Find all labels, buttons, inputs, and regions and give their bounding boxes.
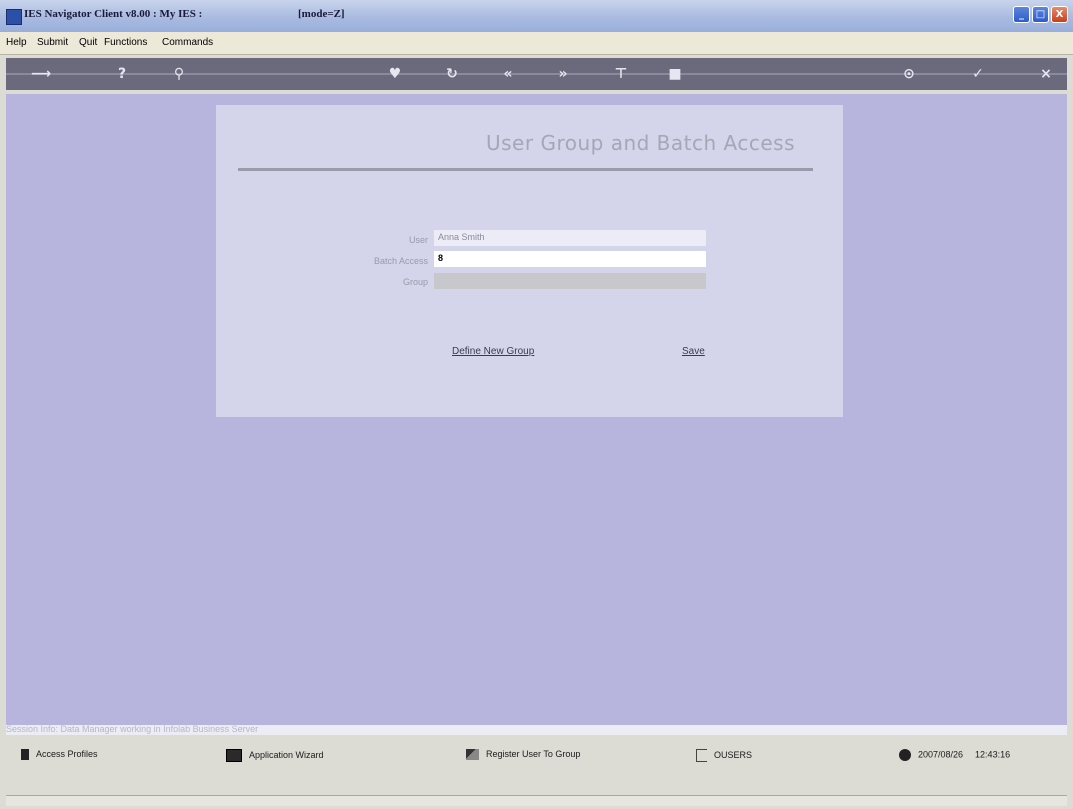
group-label: Group <box>402 277 428 287</box>
help-icon[interactable]: ? <box>112 64 132 84</box>
app-icon <box>6 9 22 25</box>
wizard-icon <box>226 749 242 762</box>
application-wizard-label: Application Wizard <box>249 749 324 760</box>
define-new-group-link[interactable]: Define New Group <box>452 346 534 357</box>
form-title: User Group and Batch Access <box>486 131 795 155</box>
app-window: IES Navigator Client v8.00 : My IES : [m… <box>0 0 1073 809</box>
stop-icon[interactable]: ■ <box>665 64 685 84</box>
clock-icon <box>899 749 911 761</box>
register-icon <box>466 749 479 761</box>
ok-icon[interactable]: ✓ <box>968 64 988 84</box>
group-field[interactable] <box>434 273 706 289</box>
next-icon[interactable]: » <box>553 64 573 84</box>
menu-quit[interactable]: Quit <box>79 37 97 48</box>
window-title: IES Navigator Client v8.00 : My IES : <box>24 8 203 20</box>
users-icon <box>696 749 707 762</box>
time-text: 12:43:16 <box>975 749 1011 760</box>
close-button[interactable]: X <box>1051 6 1068 23</box>
batch-access-label: Batch Access <box>373 256 428 266</box>
maximize-button[interactable]: □ <box>1032 6 1049 23</box>
client-area: User Group and Batch Access User Anna Sm… <box>6 94 1067 725</box>
ousers-button[interactable]: OUSERS <box>696 749 752 762</box>
heart-icon[interactable]: ♥ <box>385 64 405 84</box>
ousers-label: OUSERS <box>714 749 753 760</box>
print-icon[interactable]: ⊙ <box>899 64 919 84</box>
tree-icon[interactable]: ⊤ <box>611 64 631 84</box>
save-link[interactable]: Save <box>682 346 705 357</box>
menu-functions[interactable]: Functions <box>104 37 147 48</box>
back-arrow-icon[interactable]: ⟶ <box>26 64 56 84</box>
mode-indicator: [mode=Z] <box>298 8 345 20</box>
date-text: 2007/08/26 <box>918 749 964 760</box>
title-divider <box>238 168 813 171</box>
register-user-label: Register User To Group <box>486 749 581 759</box>
menu-help[interactable]: Help <box>6 37 27 48</box>
refresh-icon[interactable]: ↻ <box>442 64 462 84</box>
access-profiles-button[interactable]: Access Profiles <box>21 749 98 761</box>
toolbar: ⟶ ? ⚲ ♥ ↻ « » ⊤ ■ ⊙ ✓ × <box>6 58 1067 90</box>
menu-commands[interactable]: Commands <box>162 37 213 48</box>
title-bar[interactable]: IES Navigator Client v8.00 : My IES : [m… <box>0 0 1073 32</box>
menu-submit[interactable]: Submit <box>37 37 68 48</box>
form-panel: User Group and Batch Access User Anna Sm… <box>216 105 843 417</box>
user-field[interactable]: Anna Smith <box>434 230 706 246</box>
access-profiles-label: Access Profiles <box>36 749 98 759</box>
footer-status-bar <box>6 795 1067 806</box>
bottom-bar: Access Profiles Application Wizard Regis… <box>6 736 1067 792</box>
session-info-text: Session Info: Data Manager working in In… <box>6 724 259 734</box>
application-wizard-button[interactable]: Application Wizard <box>226 749 324 762</box>
user-label: User <box>408 235 428 245</box>
search-icon[interactable]: ⚲ <box>169 64 189 84</box>
register-user-to-group-button[interactable]: Register User To Group <box>466 749 581 761</box>
datetime-display: 2007/08/26 12:43:16 <box>899 749 1010 761</box>
previous-icon[interactable]: « <box>498 64 518 84</box>
close-icon[interactable]: × <box>1036 64 1056 84</box>
batch-access-field[interactable]: 8 <box>434 251 706 267</box>
session-info-bar: Session Info: Data Manager working in In… <box>6 724 1067 735</box>
minimize-button[interactable]: _ <box>1013 6 1030 23</box>
book-icon <box>21 749 29 761</box>
menu-bar: Help Submit Quit Functions Commands <box>0 32 1073 55</box>
